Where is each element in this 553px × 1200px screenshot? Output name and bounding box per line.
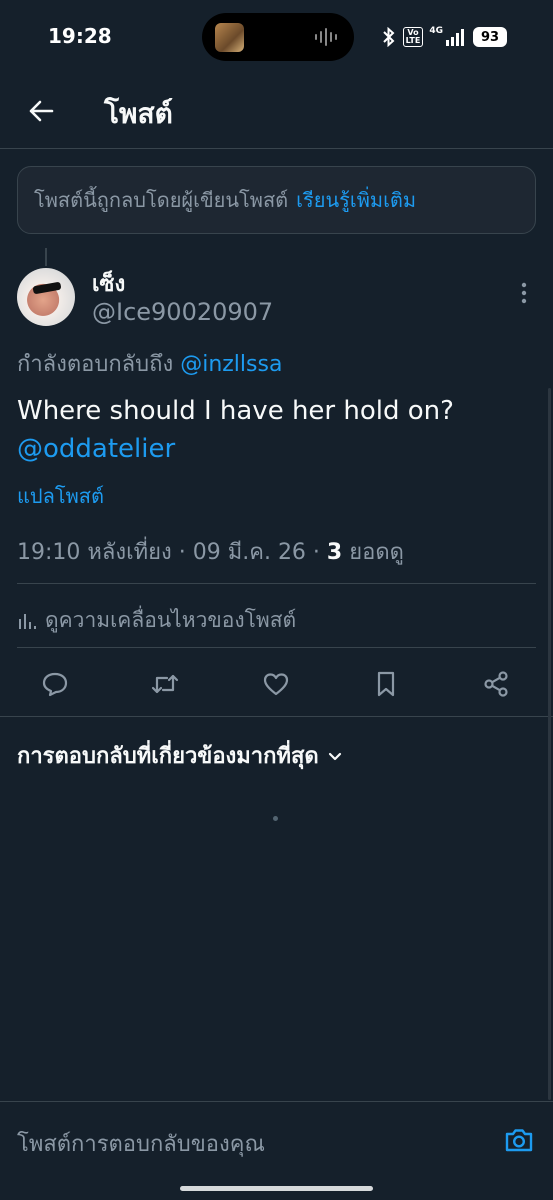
analytics-icon [19, 613, 36, 629]
battery-icon: 93 [473, 27, 507, 47]
signal-icon [446, 29, 464, 46]
now-playing-thumbnail [215, 23, 244, 52]
scrollbar[interactable] [548, 388, 551, 1100]
view-count: 3 [326, 540, 343, 565]
top-app-bar: โพสต์ [0, 72, 553, 148]
page-title: โพสต์ [104, 97, 173, 130]
translate-post-link[interactable]: แปลโพสต์ [17, 480, 104, 512]
arrow-left-icon[interactable] [26, 96, 56, 126]
post-action-bar [0, 664, 553, 704]
replying-to-mention[interactable]: @inzllssa [180, 352, 282, 377]
camera-icon[interactable] [503, 1124, 535, 1156]
dynamic-island[interactable] [202, 13, 354, 61]
bookmark-button[interactable] [366, 664, 406, 704]
repost-button[interactable] [145, 664, 185, 704]
post-activity-link[interactable]: ดูความเคลื่อนไหวของโพสต์ [17, 604, 296, 637]
notice-text: โพสต์นี้ถูกลบโดยผู้เขียนโพสต์ [34, 188, 289, 212]
status-time: 19:28 [48, 24, 112, 48]
avatar[interactable] [17, 268, 75, 326]
home-indicator[interactable] [180, 1186, 373, 1191]
user-handle[interactable]: @Ice90020907 [92, 298, 273, 326]
reply-input[interactable]: โพสต์การตอบกลับของคุณ [17, 1126, 265, 1161]
divider [0, 716, 553, 717]
share-icon [484, 671, 508, 697]
learn-more-link[interactable]: เรียนรู้เพิ่มเติม [296, 184, 416, 216]
thread-connector-line [45, 248, 47, 266]
replying-to: กำลังตอบกลับถึง @inzllssa [17, 352, 283, 377]
header-divider [0, 148, 553, 149]
volte-icon: Vo LTE [402, 27, 424, 47]
status-bar: 19:28 Vo LTE 4G 93 [0, 0, 553, 72]
more-options-icon[interactable] [514, 280, 534, 306]
like-button[interactable] [256, 664, 296, 704]
chevron-down-icon [328, 752, 341, 760]
divider [17, 583, 536, 584]
network-type: 4G [429, 26, 443, 36]
post-text: Where should I have her hold on? @oddate… [17, 392, 517, 468]
reply-icon [42, 672, 68, 697]
reply-button[interactable] [35, 664, 75, 704]
deleted-post-notice: โพสต์นี้ถูกลบโดยผู้เขียนโพสต์ เรียนรู้เพ… [17, 166, 536, 234]
post-mention[interactable]: @oddatelier [17, 430, 517, 468]
divider [17, 647, 536, 648]
loading-indicator [273, 816, 278, 821]
replies-sort-dropdown[interactable]: การตอบกลับที่เกี่ยวข้องมากที่สุด [17, 738, 343, 773]
audio-wave-icon [315, 28, 337, 46]
repost-icon [151, 674, 179, 694]
post-metadata: 19:10 หลังเที่ยง · 09 มี.ค. 26 · 3 ยอดดู [17, 540, 404, 565]
bookmark-icon [377, 671, 395, 697]
share-button[interactable] [476, 664, 516, 704]
status-indicators: Vo LTE 4G 93 [381, 26, 507, 48]
heart-icon [263, 673, 289, 696]
display-name[interactable]: เซ็ง [92, 266, 125, 301]
bluetooth-icon [382, 27, 395, 47]
